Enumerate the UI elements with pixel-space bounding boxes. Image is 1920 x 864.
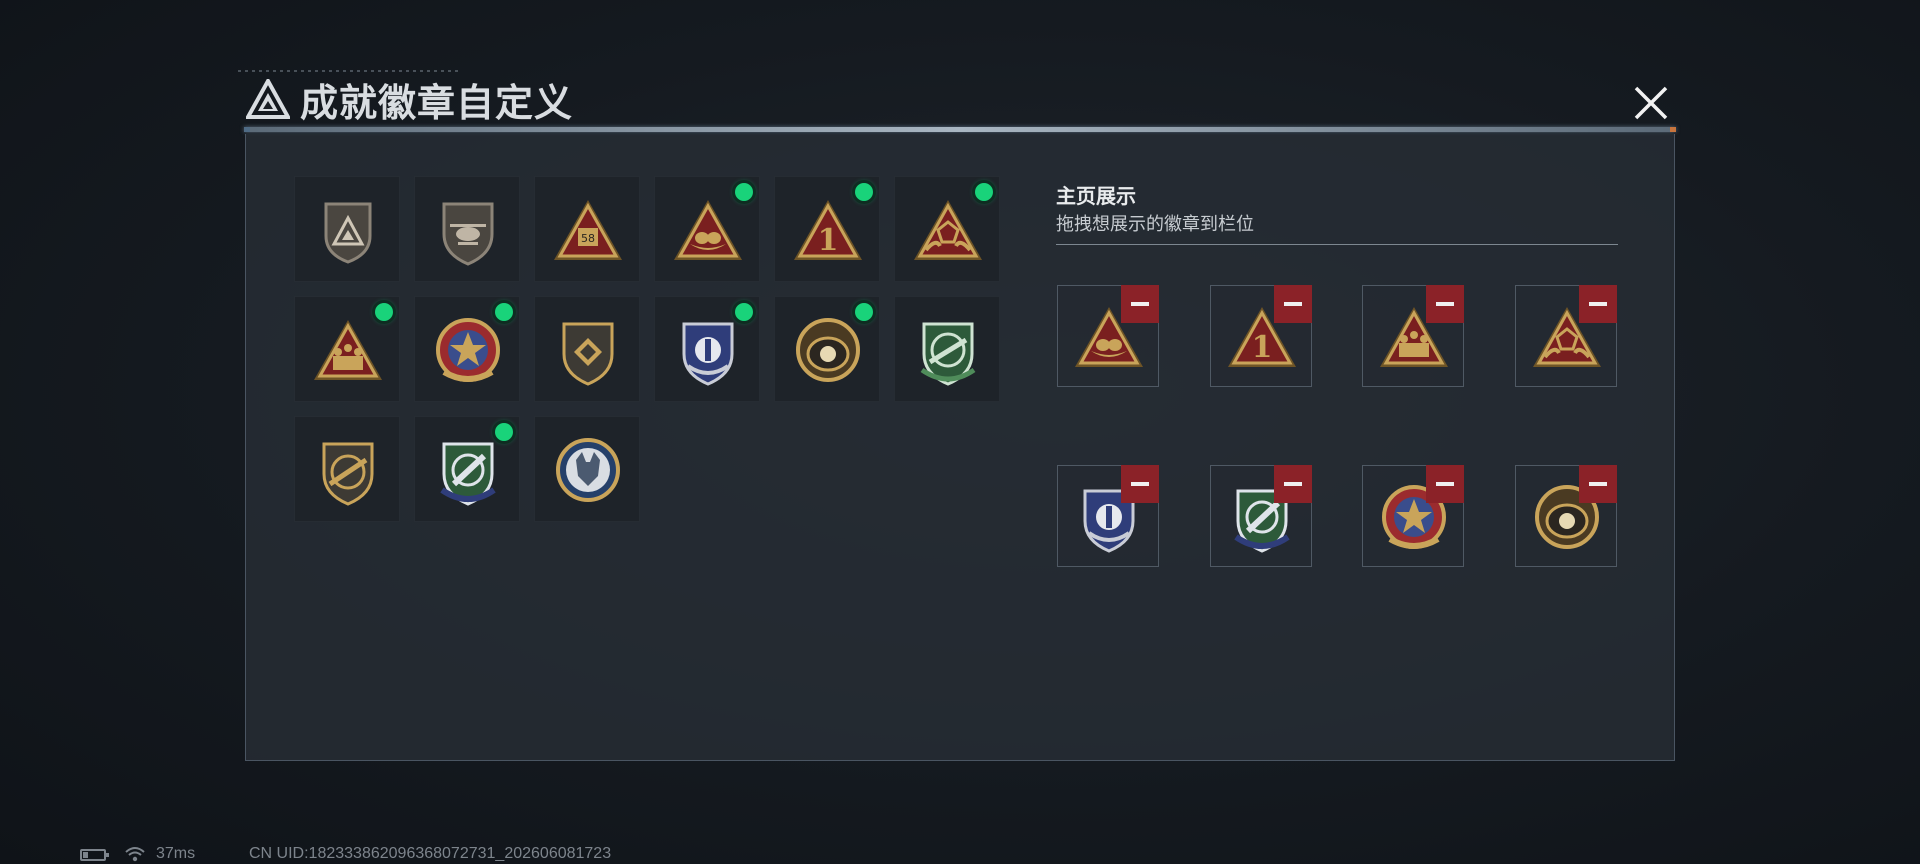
display-divider <box>1056 244 1618 245</box>
badge-cell[interactable] <box>654 176 760 282</box>
remove-badge-button[interactable] <box>1274 285 1312 323</box>
squad-badge-icon <box>314 320 382 380</box>
diamond-shield-badge-icon <box>562 322 614 386</box>
battery-icon <box>80 849 109 861</box>
badge-cell[interactable] <box>774 296 880 402</box>
hands-dice-badge-icon <box>914 200 982 260</box>
badge-cell[interactable]: 1 <box>774 176 880 282</box>
badge-cell[interactable] <box>294 416 400 522</box>
pearl-shell-badge-icon <box>796 318 860 382</box>
close-icon <box>1634 86 1668 120</box>
display-slot[interactable] <box>1057 465 1159 567</box>
badge-cell[interactable]: 58 <box>534 176 640 282</box>
nest-egg-badge-icon <box>674 200 742 260</box>
display-slot[interactable] <box>1210 465 1312 567</box>
badge-cell[interactable] <box>414 176 520 282</box>
svg-text:1: 1 <box>1252 330 1273 365</box>
badge-cell[interactable] <box>414 416 520 522</box>
remove-badge-button[interactable] <box>1121 285 1159 323</box>
svg-text:58: 58 <box>581 232 595 245</box>
badge-cell[interactable] <box>414 296 520 402</box>
remove-badge-button[interactable] <box>1579 285 1617 323</box>
new-badge-indicator <box>975 183 993 201</box>
knife-crosshair-badge-icon <box>440 442 496 506</box>
wolf-head-badge-icon <box>556 438 620 502</box>
badge-cell[interactable] <box>534 416 640 522</box>
new-badge-indicator <box>375 303 393 321</box>
window-header: 成就徽章自定义 <box>246 74 574 125</box>
star-medal-badge-icon <box>436 318 500 382</box>
display-section-title: 主页展示 <box>1056 186 1136 208</box>
new-badge-indicator <box>735 303 753 321</box>
display-slot[interactable] <box>1362 465 1464 567</box>
new-badge-indicator <box>855 303 873 321</box>
remove-badge-button[interactable] <box>1426 285 1464 323</box>
new-badge-indicator <box>735 183 753 201</box>
blue-wings-shield-badge-icon <box>682 322 734 386</box>
remove-badge-button[interactable] <box>1426 465 1464 503</box>
new-badge-indicator <box>855 183 873 201</box>
number-one-badge-icon: 1 <box>794 200 862 260</box>
badge-cell[interactable] <box>534 296 640 402</box>
pyramid-58-badge-icon: 58 <box>554 200 622 260</box>
wifi-icon <box>125 847 145 862</box>
display-slot[interactable]: 1 <box>1210 285 1312 387</box>
badge-cell[interactable] <box>294 176 400 282</box>
svg-text:1: 1 <box>818 223 839 258</box>
display-slot[interactable] <box>1057 285 1159 387</box>
remove-badge-button[interactable] <box>1274 465 1312 503</box>
rifle-shield-badge-icon <box>322 442 374 506</box>
header-divider <box>244 127 1676 132</box>
new-badge-indicator <box>495 423 513 441</box>
badge-cell[interactable] <box>294 296 400 402</box>
display-section-hint: 拖拽想展示的徽章到栏位 <box>1056 214 1254 234</box>
badge-cell[interactable] <box>894 176 1000 282</box>
ping-text: 37ms <box>156 845 196 862</box>
remove-badge-button[interactable] <box>1579 465 1617 503</box>
remove-badge-button[interactable] <box>1121 465 1159 503</box>
new-badge-indicator <box>495 303 513 321</box>
page-title: 成就徽章自定义 <box>300 82 574 125</box>
close-button[interactable] <box>1628 80 1674 126</box>
triangle-emblem-icon <box>246 79 290 119</box>
green-crosshair-rifle-badge-icon <box>920 322 976 386</box>
display-slot[interactable] <box>1515 465 1617 567</box>
badge-cell[interactable] <box>654 296 760 402</box>
uid-text: CN UID:1823338620963680727​31_2026060817… <box>249 845 612 862</box>
badge-cell[interactable] <box>894 296 1000 402</box>
triangle-shield-badge-icon <box>324 202 372 264</box>
display-slot[interactable] <box>1362 285 1464 387</box>
display-slot[interactable] <box>1515 285 1617 387</box>
helicopter-badge-icon <box>442 202 494 266</box>
